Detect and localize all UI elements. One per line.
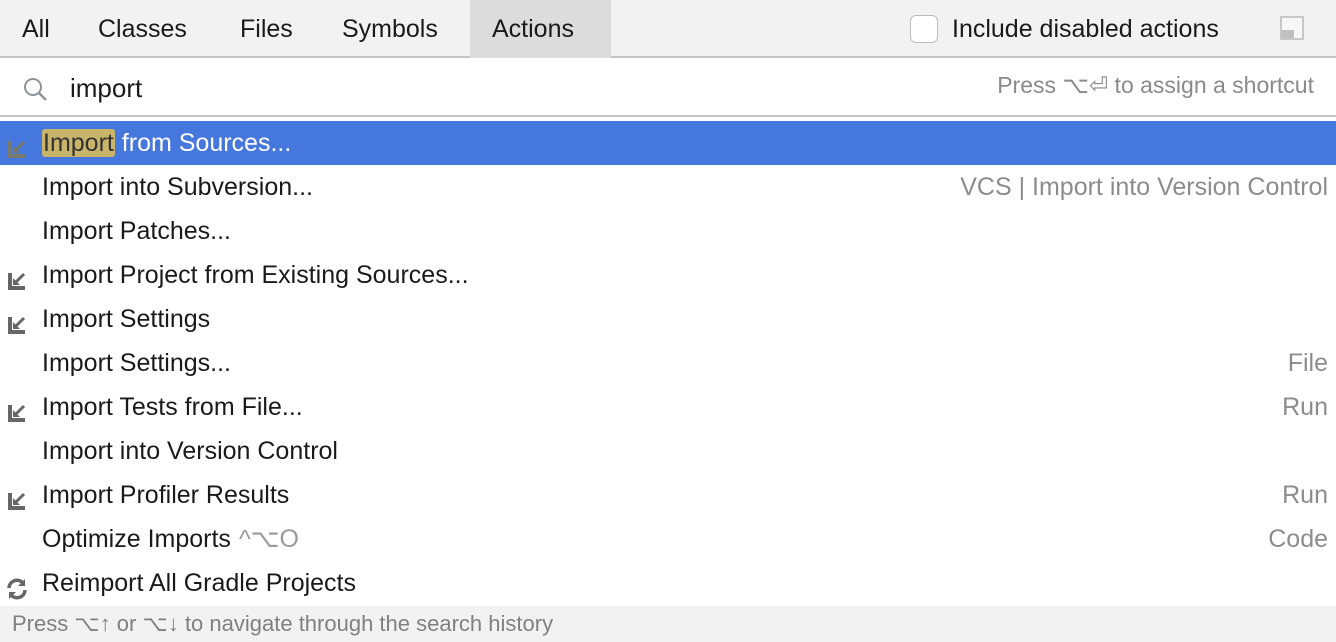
tab-classes[interactable]: Classes [76,0,209,58]
result-label: Reimport All Gradle Projects [42,561,356,605]
result-row[interactable]: Import Profiler Results Run [0,473,1336,517]
import-arrow-icon [5,307,29,334]
footer-hint: Press ⌥↑ or ⌥↓ to navigate through the s… [0,606,1336,642]
result-group: File [1287,349,1328,377]
result-row[interactable]: Import Tests from File... Run [0,385,1336,429]
search-input[interactable] [70,70,670,106]
result-row[interactable]: Import into Subversion... VCS | Import in… [0,165,1336,209]
result-label-text: Import Patches... [42,217,231,245]
result-row[interactable]: Import Patches... [0,209,1336,253]
tab-files[interactable]: Files [218,0,315,58]
search-bar: Press ⌥⏎ to assign a shortcut [0,60,1336,117]
include-disabled-checkbox[interactable] [910,15,938,43]
result-row[interactable]: Import from Sources... [0,121,1336,165]
result-label: Import Tests from File... [42,385,303,429]
result-label-text: Import Tests from File... [42,393,303,421]
import-arrow-icon [5,131,29,158]
result-label-text: Import into Subversion... [42,173,313,201]
result-row[interactable]: Import Settings... File [0,341,1336,385]
result-label: Import from Sources... [42,121,291,165]
result-label-text: Import Project from Existing Sources... [42,261,469,289]
result-label: Import Settings [42,297,210,341]
result-label-text: Reimport All Gradle Projects [42,569,357,597]
tab-bar: All Classes Files Symbols Actions Includ… [0,0,1336,58]
result-row[interactable]: Import Settings [0,297,1336,341]
result-label: Import Settings... [42,341,231,385]
result-label-text: Import Profiler Results [42,481,290,509]
import-arrow-icon [5,395,29,422]
pin-window-icon[interactable] [1280,16,1304,40]
result-row[interactable]: Reimport All Gradle Projects [0,561,1336,605]
include-disabled-label[interactable]: Include disabled actions [952,0,1219,58]
import-arrow-icon [5,483,29,510]
result-row[interactable]: Import Project from Existing Sources... [0,253,1336,297]
result-label: Import Profiler Results [42,473,289,517]
result-group: Code [1268,525,1328,553]
result-label: Import Project from Existing Sources... [42,253,469,297]
search-icon [24,78,47,101]
result-label: Optimize Imports ^⌥O [42,517,299,561]
result-label: Import into Version Control [42,429,338,473]
refresh-icon [5,571,29,600]
result-label-text: Import into Version Control [42,437,338,465]
tab-actions[interactable]: Actions [470,0,611,58]
result-shortcut: ^⌥O [238,525,299,553]
result-group: VCS | Import into Version Control [960,173,1328,201]
tab-symbols[interactable]: Symbols [320,0,460,58]
results-list: Import from Sources... Import into Subver… [0,121,1336,605]
result-row[interactable]: Import into Version Control [0,429,1336,473]
result-group: Run [1282,393,1328,421]
result-label-text: Import Settings... [42,349,231,377]
result-label-text: Import Settings [42,305,211,333]
match-highlight: Import [42,129,115,157]
result-label: Import into Subversion... [42,165,313,209]
result-label-rest: from Sources... [114,129,292,157]
tab-all[interactable]: All [0,0,72,58]
result-row[interactable]: Optimize Imports ^⌥O Code [0,517,1336,561]
result-group: Run [1282,481,1328,509]
result-label: Import Patches... [42,209,231,253]
result-label-text: Optimize Imports [42,525,231,553]
shortcut-hint: Press ⌥⏎ to assign a shortcut [997,72,1314,98]
import-arrow-icon [5,263,29,290]
